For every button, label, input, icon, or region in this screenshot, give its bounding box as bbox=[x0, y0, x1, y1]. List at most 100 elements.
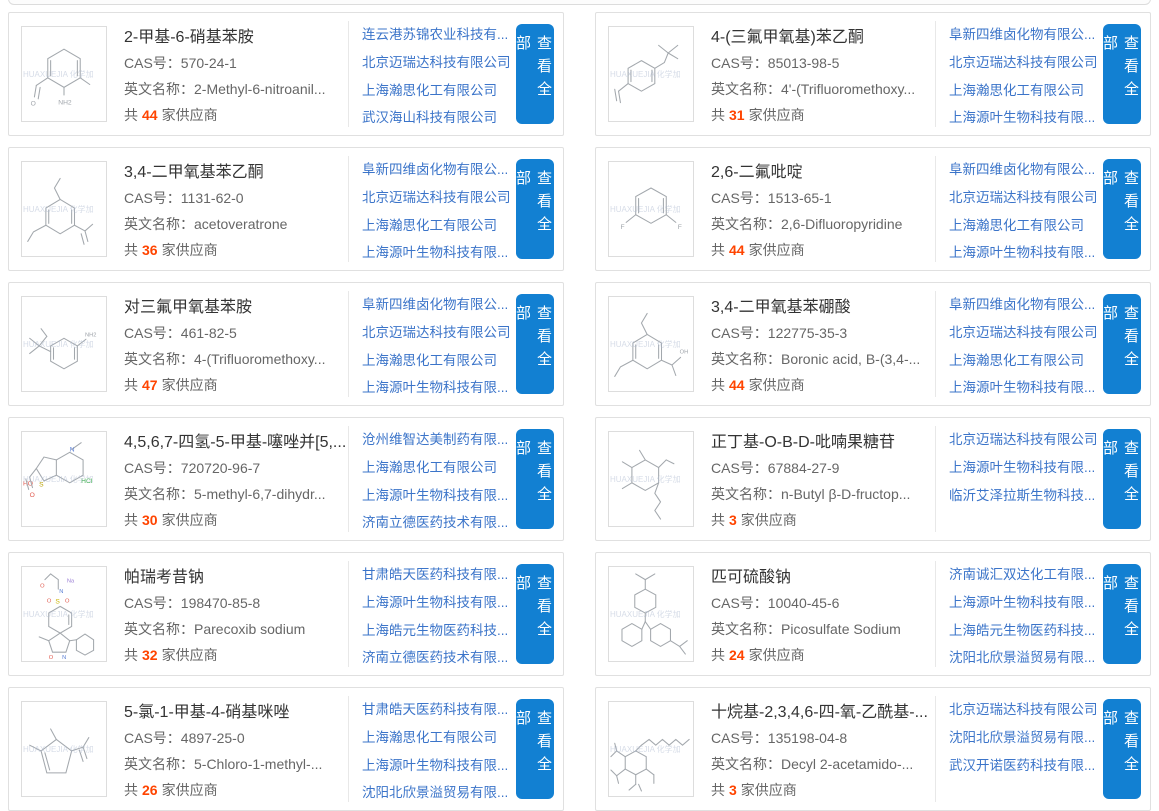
view-all-button[interactable]: 查看全部 bbox=[516, 159, 554, 259]
product-name-link[interactable]: 正丁基-O-B-D-吡喃果糖苷 bbox=[711, 428, 935, 452]
supplier-link[interactable]: 上海源叶生物科技有限... bbox=[949, 374, 1101, 402]
supplier-link[interactable]: 济南诚汇双达化工有限... bbox=[949, 561, 1101, 589]
product-name-link[interactable]: 2-甲基-6-硝基苯胺 bbox=[124, 23, 348, 47]
supplier-link[interactable]: 阜新四维卤化物有限公... bbox=[362, 291, 514, 319]
supplier-link[interactable]: 上海源叶生物科技有限... bbox=[949, 589, 1101, 617]
supplier-link[interactable]: 上海瀚思化工有限公司 bbox=[949, 77, 1101, 105]
vertical-divider bbox=[935, 426, 936, 532]
view-all-button[interactable]: 查看全部 bbox=[516, 564, 554, 664]
supplier-link[interactable]: 北京迈瑞达科技有限公司 bbox=[949, 49, 1101, 77]
supplier-link[interactable]: 甘肃皓天医药科技有限... bbox=[362, 696, 514, 724]
product-name-link[interactable]: 3,4-二甲氧基苯乙酮 bbox=[124, 158, 348, 182]
supplier-link[interactable]: 上海源叶生物科技有限... bbox=[362, 482, 514, 510]
molecule-thumbnail[interactable]: NSHOOHCl HUAXUEJIA 化学加 bbox=[21, 431, 107, 527]
supplier-link[interactable]: 上海皓元生物医药科技... bbox=[362, 617, 514, 645]
supplier-link[interactable]: 阜新四维卤化物有限公... bbox=[949, 21, 1101, 49]
molecule-thumbnail[interactable]: HUAXUEJIA 化学加 bbox=[608, 431, 694, 527]
supplier-link[interactable]: 上海瀚思化工有限公司 bbox=[362, 212, 514, 240]
view-all-button[interactable]: 查看全部 bbox=[1103, 564, 1141, 664]
view-all-button[interactable]: 查看全部 bbox=[1103, 24, 1141, 124]
supplier-link[interactable]: 北京迈瑞达科技有限公司 bbox=[949, 696, 1101, 724]
supplier-link[interactable]: 甘肃皓天医药科技有限... bbox=[362, 561, 514, 589]
product-name-link[interactable]: 4,5,6,7-四氢-5-甲基-噻唑并[5,... bbox=[124, 428, 348, 452]
count-prefix: 共 bbox=[124, 377, 138, 393]
supplier-link[interactable]: 沈阳北欣景溢贸易有限... bbox=[949, 724, 1101, 752]
cas-row: CAS号：720720-96-7 bbox=[124, 458, 348, 478]
supplier-link[interactable]: 上海瀚思化工有限公司 bbox=[362, 77, 514, 105]
supplier-link[interactable]: 北京迈瑞达科技有限公司 bbox=[949, 319, 1101, 347]
supplier-link[interactable]: 阜新四维卤化物有限公... bbox=[949, 156, 1101, 184]
supplier-link[interactable]: 上海源叶生物科技有限... bbox=[362, 374, 514, 402]
cas-value: 570-24-1 bbox=[181, 55, 237, 71]
english-name-label: 英文名称： bbox=[711, 756, 781, 772]
molecule-thumbnail[interactable]: NH2 HUAXUEJIA 化学加 bbox=[21, 296, 107, 392]
supplier-link[interactable]: 北京迈瑞达科技有限公司 bbox=[362, 184, 514, 212]
supplier-link[interactable]: 上海源叶生物科技有限... bbox=[949, 454, 1101, 482]
molecule-thumbnail[interactable]: HUAXUEJIA 化学加 bbox=[608, 26, 694, 122]
molecule-thumbnail[interactable]: HUAXUEJIA 化学加 bbox=[21, 161, 107, 257]
view-all-button[interactable]: 查看全部 bbox=[516, 699, 554, 799]
supplier-link[interactable]: 济南立德医药技术有限... bbox=[362, 644, 514, 672]
view-all-button[interactable]: 查看全部 bbox=[516, 429, 554, 529]
product-name-link[interactable]: 对三氟甲氧基苯胺 bbox=[124, 293, 348, 317]
supplier-link[interactable]: 济南立德医药技术有限... bbox=[362, 509, 514, 537]
supplier-link[interactable]: 北京迈瑞达科技有限公司 bbox=[949, 184, 1101, 212]
count-suffix: 家供应商 bbox=[749, 377, 805, 393]
product-name-link[interactable]: 3,4-二甲氧基苯硼酸 bbox=[711, 293, 935, 317]
supplier-link[interactable]: 临沂艾泽拉斯生物科技... bbox=[949, 482, 1101, 510]
product-info: 3,4-二甲氧基苯硼酸 CAS号：122775-35-3 英文名称：Boroni… bbox=[711, 293, 935, 395]
product-grid: ONH2 HUAXUEJIA 化学加 2-甲基-6-硝基苯胺 CAS号：570-… bbox=[8, 12, 1151, 811]
view-all-button[interactable]: 查看全部 bbox=[516, 294, 554, 394]
english-name-row: 英文名称：Parecoxib sodium bbox=[124, 619, 348, 639]
molecule-thumbnail[interactable]: ONH2 HUAXUEJIA 化学加 bbox=[21, 26, 107, 122]
product-name-link[interactable]: 2,6-二氟吡啶 bbox=[711, 158, 935, 182]
supplier-link[interactable]: 武汉海山科技有限公司 bbox=[362, 104, 514, 132]
molecule-thumbnail[interactable]: HUAXUEJIA 化学加 bbox=[608, 566, 694, 662]
supplier-link[interactable]: 上海皓元生物医药科技... bbox=[949, 617, 1101, 645]
supplier-link[interactable]: 沈阳北欣景溢贸易有限... bbox=[949, 644, 1101, 672]
supplier-link[interactable]: 上海瀚思化工有限公司 bbox=[949, 347, 1101, 375]
molecule-thumbnail[interactable]: HUAXUEJIA 化学加 bbox=[21, 701, 107, 797]
supplier-links: 阜新四维卤化物有限公...北京迈瑞达科技有限公司上海瀚思化工有限公司上海源叶生物… bbox=[362, 151, 514, 267]
supplier-link[interactable]: 上海瀚思化工有限公司 bbox=[949, 212, 1101, 240]
view-all-button[interactable]: 查看全部 bbox=[1103, 159, 1141, 259]
molecule-thumbnail[interactable]: OH HUAXUEJIA 化学加 bbox=[608, 296, 694, 392]
supplier-link[interactable]: 上海源叶生物科技有限... bbox=[949, 239, 1101, 267]
supplier-link[interactable]: 北京迈瑞达科技有限公司 bbox=[362, 49, 514, 77]
svg-text:O: O bbox=[47, 599, 52, 605]
supplier-link[interactable]: 上海源叶生物科技有限... bbox=[362, 752, 514, 780]
view-all-button[interactable]: 查看全部 bbox=[1103, 429, 1141, 529]
view-all-button[interactable]: 查看全部 bbox=[516, 24, 554, 124]
supplier-link[interactable]: 上海源叶生物科技有限... bbox=[949, 104, 1101, 132]
supplier-link[interactable]: 上海瀚思化工有限公司 bbox=[362, 454, 514, 482]
supplier-count-value: 3 bbox=[729, 782, 737, 798]
view-all-button[interactable]: 查看全部 bbox=[1103, 294, 1141, 394]
supplier-link[interactable]: 武汉开诺医药科技有限... bbox=[949, 752, 1101, 780]
product-name-link[interactable]: 4-(三氟甲氧基)苯乙酮 bbox=[711, 23, 935, 47]
molecule-thumbnail[interactable]: ONNaSOOON HUAXUEJIA 化学加 bbox=[21, 566, 107, 662]
supplier-link[interactable]: 阜新四维卤化物有限公... bbox=[949, 291, 1101, 319]
count-prefix: 共 bbox=[711, 647, 725, 663]
supplier-link[interactable]: 沈阳北欣景溢贸易有限... bbox=[362, 779, 514, 807]
supplier-link[interactable]: 北京迈瑞达科技有限公司 bbox=[362, 319, 514, 347]
product-name-link[interactable]: 十烷基-2,3,4,6-四-氧-乙酰基-... bbox=[711, 698, 935, 722]
supplier-link[interactable]: 上海瀚思化工有限公司 bbox=[362, 724, 514, 752]
supplier-link[interactable]: 上海源叶生物科技有限... bbox=[362, 239, 514, 267]
supplier-link[interactable]: 沧州维智达美制药有限... bbox=[362, 426, 514, 454]
english-name-label: 英文名称： bbox=[711, 216, 781, 232]
supplier-link[interactable]: 连云港苏锦农业科技有... bbox=[362, 21, 514, 49]
english-name-value: Decyl 2-acetamido-... bbox=[781, 756, 913, 772]
vertical-divider bbox=[935, 561, 936, 667]
english-name-value: 4'-(Trifluoromethoxy... bbox=[781, 81, 915, 97]
product-name-link[interactable]: 帕瑞考昔钠 bbox=[124, 563, 348, 587]
supplier-link[interactable]: 上海源叶生物科技有限... bbox=[362, 589, 514, 617]
molecule-thumbnail[interactable]: HUAXUEJIA 化学加 bbox=[608, 701, 694, 797]
molecule-thumbnail[interactable]: FF HUAXUEJIA 化学加 bbox=[608, 161, 694, 257]
product-name-link[interactable]: 5-氯-1-甲基-4-硝基咪唑 bbox=[124, 698, 348, 722]
svg-text:N: N bbox=[62, 655, 66, 661]
supplier-link[interactable]: 上海瀚思化工有限公司 bbox=[362, 347, 514, 375]
supplier-link[interactable]: 北京迈瑞达科技有限公司 bbox=[949, 426, 1101, 454]
view-all-button[interactable]: 查看全部 bbox=[1103, 699, 1141, 799]
product-name-link[interactable]: 匹可硫酸钠 bbox=[711, 563, 935, 587]
supplier-link[interactable]: 阜新四维卤化物有限公... bbox=[362, 156, 514, 184]
